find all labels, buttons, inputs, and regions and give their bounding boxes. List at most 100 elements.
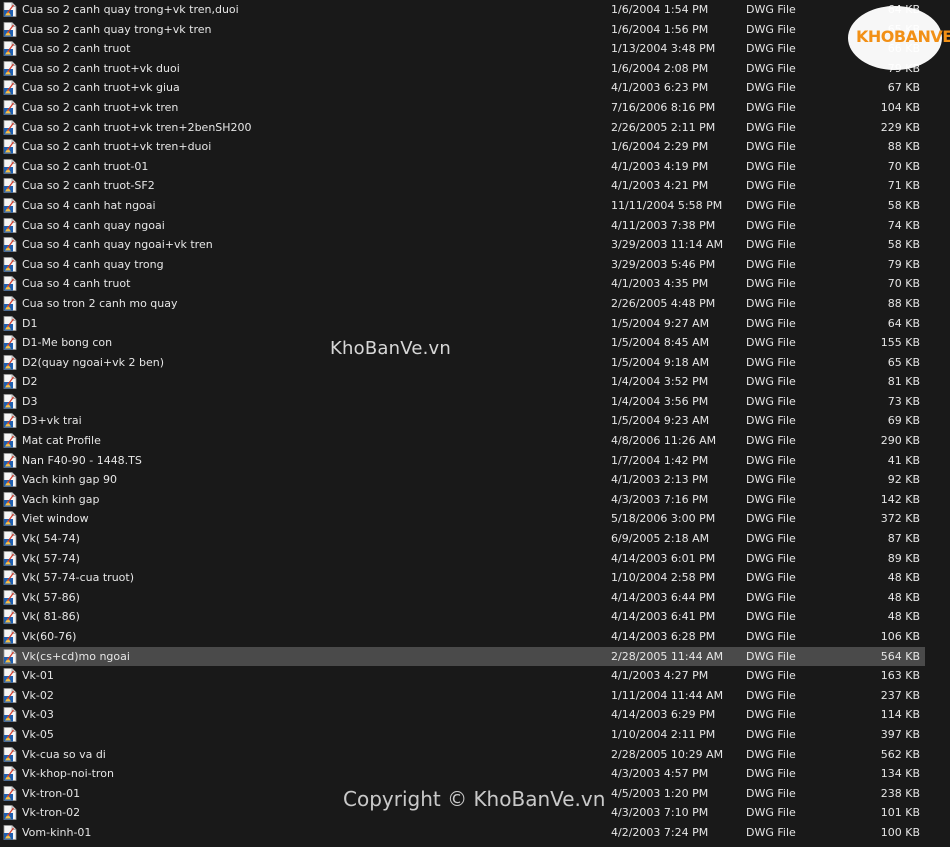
file-size: 70 KB	[887, 277, 920, 291]
file-date-modified: 1/6/2004 2:08 PM	[611, 61, 709, 75]
dwg-file-icon	[3, 198, 17, 213]
file-type: DWG File	[746, 316, 796, 330]
file-row[interactable]: Cua so 4 canh quay trong 3/29/2003 5:46 P…	[0, 255, 925, 275]
file-date-modified: 1/4/2004 3:52 PM	[611, 375, 709, 389]
file-size: 70 KB	[887, 159, 920, 173]
file-type: DWG File	[746, 120, 796, 134]
file-type: DWG File	[746, 727, 796, 741]
file-row[interactable]: Nan F40-90 - 1448.TS 1/7/2004 1:42 PM DWG …	[0, 451, 925, 471]
file-row[interactable]: Cua so 4 canh hat ngoai 11/11/2004 5:58 P…	[0, 196, 925, 216]
file-date-modified: 7/16/2006 8:16 PM	[611, 100, 716, 114]
dwg-file-icon	[3, 687, 17, 703]
file-row[interactable]: Vk-01 4/1/2003 4:27 PM DWG File 163 KB	[0, 666, 925, 686]
file-row[interactable]: Cua so 4 canh quay ngoai+vk tren 3/29/200…	[0, 235, 925, 255]
file-type: DWG File	[746, 649, 796, 663]
file-row[interactable]: Cua so 2 canh truot-01 4/1/2003 4:19 PM DW…	[0, 157, 925, 177]
file-name: Cua so 2 canh truot+vk giua	[22, 81, 180, 95]
file-row[interactable]: Cua so 2 canh truot+vk duoi 1/6/2004 2:08…	[0, 59, 925, 79]
file-row[interactable]: Cua so 2 canh truot 1/13/2004 3:48 PM DWG …	[0, 39, 925, 59]
file-date-modified: 11/11/2004 5:58 PM	[611, 198, 723, 212]
file-row[interactable]: D2(quay ngoai+vk 2 ben) 1/5/2004 9:18 AM D…	[0, 353, 925, 373]
file-row[interactable]: Cua so 2 canh truot+vk tren 7/16/2006 8:1…	[0, 98, 925, 118]
file-row[interactable]: Vach kinh gap 90 4/1/2003 2:13 PM DWG File…	[0, 470, 925, 490]
file-name: Cua so 2 canh quay trong+vk tren,duoi	[22, 3, 239, 16]
file-type: DWG File	[746, 238, 796, 252]
file-row[interactable]: Vk( 57-86) 4/14/2003 6:44 PM DWG File 48 KB	[0, 588, 925, 608]
file-row[interactable]: Vk-03 4/14/2003 6:29 PM DWG File 114 KB	[0, 705, 925, 725]
file-name: Vk-tron-01	[22, 786, 81, 800]
file-row[interactable]: D3+vk trai 1/5/2004 9:23 AM DWG File 69 KB	[0, 411, 925, 431]
dwg-file-icon	[3, 589, 17, 605]
file-row[interactable]: Cua so 2 canh truot+vk giua 4/1/2003 6:23…	[0, 78, 925, 98]
file-row[interactable]: Vk( 54-74) 6/9/2005 2:18 AM DWG File 87 KB	[0, 529, 925, 549]
file-date-modified: 4/5/2003 1:20 PM	[611, 786, 709, 800]
file-name: Vk( 54-74)	[22, 532, 80, 546]
file-row[interactable]: Vach kinh gap 4/3/2003 7:16 PM DWG File 142…	[0, 490, 925, 510]
dwg-file-icon	[3, 766, 17, 782]
dwg-file-icon	[3, 511, 17, 527]
file-row[interactable]: D1-Me bong con 1/5/2004 8:45 AM DWG File 15…	[0, 333, 925, 353]
file-type: DWG File	[746, 767, 796, 781]
file-date-modified: 4/1/2003 2:13 PM	[611, 473, 709, 487]
file-row[interactable]: Vk( 81-86) 4/14/2003 6:41 PM DWG File 48 KB	[0, 607, 925, 627]
file-row[interactable]: Cua so 4 canh quay ngoai 4/11/2003 7:38 P…	[0, 216, 925, 236]
dwg-file-icon	[3, 707, 17, 723]
file-date-modified: 1/5/2004 8:45 AM	[611, 336, 710, 350]
file-type: DWG File	[746, 198, 796, 212]
file-date-modified: 4/1/2003 4:27 PM	[611, 669, 709, 683]
dwg-file-icon	[3, 668, 17, 684]
file-size: 564 KB	[880, 649, 920, 663]
file-row[interactable]: Vk(cs+cd)mo ngoai 2/28/2005 11:44 AM DWG F…	[0, 646, 925, 667]
file-name: Cua so 2 canh truot+vk tren	[22, 100, 179, 114]
dwg-file-icon	[3, 119, 17, 135]
file-type: DWG File	[746, 375, 796, 389]
file-date-modified: 1/6/2004 2:29 PM	[611, 140, 709, 154]
file-row[interactable]: D2 1/4/2004 3:52 PM DWG File 81 KB	[0, 372, 925, 392]
file-name: Viet window	[22, 512, 89, 526]
dwg-file-icon	[3, 256, 17, 272]
file-row[interactable]: Vk( 57-74) 4/14/2003 6:01 PM DWG File 89 KB	[0, 549, 925, 569]
file-date-modified: 1/6/2004 1:54 PM	[611, 3, 709, 16]
file-row[interactable]: Cua so 2 canh truot+vk tren+2benSH200 2/2…	[0, 118, 925, 138]
file-row[interactable]: Vk-cua so va di 2/28/2005 10:29 AM DWG Fil…	[0, 745, 925, 765]
file-row[interactable]: Vk-02 1/11/2004 11:44 AM DWG File 237 KB	[0, 686, 925, 706]
file-size: 58 KB	[887, 238, 920, 252]
file-row[interactable]: Vk( 57-74-cua truot) 1/10/2004 2:58 PM DWG…	[0, 568, 925, 588]
file-row[interactable]: Vk(60-76) 4/14/2003 6:28 PM DWG File 106 KB	[0, 627, 925, 647]
file-type: DWG File	[746, 140, 796, 154]
file-row[interactable]: Cua so 2 canh quay trong+vk tren 1/6/2004…	[0, 20, 925, 40]
file-date-modified: 5/18/2006 3:00 PM	[611, 512, 716, 526]
file-row[interactable]: Cua so 4 canh truot 4/1/2003 4:35 PM DWG F…	[0, 274, 925, 294]
file-name: Vk( 57-86)	[22, 590, 80, 604]
file-date-modified: 4/11/2003 7:38 PM	[611, 218, 716, 232]
file-row[interactable]: D3 1/4/2004 3:56 PM DWG File 73 KB	[0, 392, 925, 412]
file-date-modified: 2/28/2005 11:44 AM	[611, 649, 724, 663]
file-name: Cua so 2 canh truot-SF2	[22, 179, 155, 193]
file-type: DWG File	[746, 492, 796, 506]
file-type: DWG File	[746, 630, 796, 643]
file-size: 74 KB	[887, 218, 920, 232]
file-row[interactable]: Cua so 2 canh truot+vk tren+duoi 1/6/2004…	[0, 137, 925, 157]
file-row[interactable]: Vom-kinh-01 4/2/2003 7:24 PM DWG File 100 K…	[0, 823, 925, 843]
file-date-modified: 4/14/2003 6:41 PM	[611, 610, 716, 624]
dwg-file-icon	[3, 217, 17, 233]
file-row[interactable]: Cua so 2 canh truot-SF2 4/1/2003 4:21 PM D…	[0, 176, 925, 196]
file-type: DWG File	[746, 179, 796, 193]
file-size: 64 KB	[887, 316, 920, 330]
file-row[interactable]: Cua so tron 2 canh mo quay 2/26/2005 4:48…	[0, 294, 925, 314]
file-row[interactable]: D1 1/5/2004 9:27 AM DWG File 64 KB	[0, 314, 925, 334]
file-date-modified: 4/1/2003 4:35 PM	[611, 277, 709, 291]
file-size: 562 KB	[880, 747, 920, 761]
file-name: Cua so 4 canh quay trong	[22, 257, 164, 271]
file-row[interactable]: Vk-05 1/10/2004 2:11 PM DWG File 397 KB	[0, 725, 925, 745]
file-row[interactable]: Mat cat Profile 4/8/2006 11:26 AM DWG File…	[0, 431, 925, 451]
dwg-file-icon	[3, 550, 17, 566]
file-size: 81 KB	[887, 375, 920, 389]
file-row[interactable]: Viet window 5/18/2006 3:00 PM DWG File 372 …	[0, 509, 925, 529]
dwg-file-icon	[3, 237, 17, 253]
file-row[interactable]: Cua so 2 canh quay trong+vk tren,duoi 1/6…	[0, 0, 925, 20]
file-row[interactable]: Vk-khop-noi-tron 4/3/2003 4:57 PM DWG File…	[0, 764, 925, 784]
file-type: DWG File	[746, 81, 796, 95]
file-type: DWG File	[746, 571, 796, 585]
file-size: 48 KB	[887, 590, 920, 604]
